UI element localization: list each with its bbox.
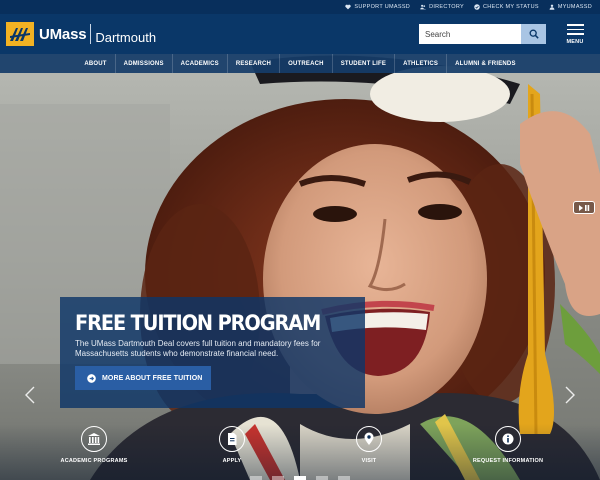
search-form [419,24,546,44]
directory-label: DIRECTORY [429,4,464,10]
umass-dartmouth-logo[interactable]: UMass Dartmouth [6,22,156,46]
hero-caption-panel: FREE TUITION PROGRAM The UMass Dartmouth… [60,297,365,408]
nav-item-admissions[interactable]: ADMISSIONS [116,54,173,73]
more-about-free-tuition-label: MORE ABOUT FREE TUITION [102,374,203,382]
check-icon [474,4,480,10]
check-my-status-link[interactable]: CHECK MY STATUS [474,4,539,10]
carousel-prev-button[interactable] [24,386,36,404]
nav-item-alumni-friends[interactable]: ALUMNI & FRIENDS [447,54,524,73]
quick-link-visit[interactable]: VISIT [355,426,383,464]
hero-photo-graduate [0,54,600,480]
quick-links-bar: ACADEMIC PROGRAMS APPLY VISIT REQUEST IN… [0,424,600,480]
arrow-circle-right-icon [87,373,96,383]
myumassd-label: MYUMASSD [557,4,592,10]
people-icon [420,4,426,10]
logo-umass-text: UMass [39,25,87,43]
quick-link-request-information-label: REQUEST INFORMATION [472,458,544,464]
logo-dartmouth-text: Dartmouth [95,29,157,45]
directory-link[interactable]: DIRECTORY [420,4,464,10]
quick-link-visit-label: VISIT [361,458,377,464]
carousel-dot-active[interactable] [294,476,306,480]
user-icon [549,4,555,10]
search-input[interactable] [419,24,521,44]
document-icon [219,426,245,452]
info-icon [495,426,521,452]
carousel-dot[interactable] [316,476,328,480]
main-nav: ABOUT ADMISSIONS ACADEMICS RESEARCH OUTR… [0,54,600,73]
hero-title: FREE TUITION PROGRAM [75,311,321,335]
hamburger-icon [566,24,584,26]
check-my-status-label: CHECK MY STATUS [482,4,539,10]
carousel-dot[interactable] [272,476,284,480]
building-icon [81,426,107,452]
myumassd-link[interactable]: MYUMASSD [549,4,592,10]
carousel-pause-button[interactable] [573,201,595,214]
site-header: UMass Dartmouth MENU [0,14,600,54]
support-umassd-label: SUPPORT UMASSD [354,4,411,10]
chevron-right-icon [565,386,575,404]
menu-label: MENU [566,38,584,45]
quick-link-apply-label: APPLY [222,458,242,464]
menu-button[interactable]: MENU [562,24,588,46]
logo-divider [90,24,92,44]
hero-carousel: FREE TUITION PROGRAM The UMass Dartmouth… [0,54,600,480]
quick-link-academic-programs[interactable]: ACADEMIC PROGRAMS [60,426,128,464]
nav-item-student-life[interactable]: STUDENT LIFE [333,54,396,73]
nav-item-athletics[interactable]: ATHLETICS [395,54,448,73]
more-about-free-tuition-button[interactable]: MORE ABOUT FREE TUITION [75,366,211,390]
carousel-indicators [0,476,600,480]
nav-item-about[interactable]: ABOUT [76,54,116,73]
quick-link-apply[interactable]: APPLY [218,426,246,464]
chevron-left-icon [25,386,35,404]
quick-link-academic-programs-label: ACADEMIC PROGRAMS [60,458,128,464]
hamburger-icon-bar [566,28,584,30]
nav-item-outreach[interactable]: OUTREACH [280,54,333,73]
hamburger-icon-bar [566,33,584,35]
heart-icon [345,4,352,10]
carousel-dot[interactable] [250,476,262,480]
carousel-next-button[interactable] [564,386,576,404]
hero-description: The UMass Dartmouth Deal covers full tui… [75,339,321,358]
nav-item-academics[interactable]: ACADEMICS [173,54,228,73]
utility-bar: SUPPORT UMASSD DIRECTORY CHECK MY STATUS… [0,0,600,14]
quick-link-request-information[interactable]: REQUEST INFORMATION [472,426,544,464]
map-pin-icon [356,426,382,452]
carousel-dot[interactable] [338,476,350,480]
nav-item-research[interactable]: RESEARCH [228,54,281,73]
search-icon [529,29,539,39]
play-pause-icon [579,204,590,211]
search-button[interactable] [521,24,546,44]
support-umassd-link[interactable]: SUPPORT UMASSD [345,4,410,10]
umass-logo-mark-icon [6,22,34,46]
